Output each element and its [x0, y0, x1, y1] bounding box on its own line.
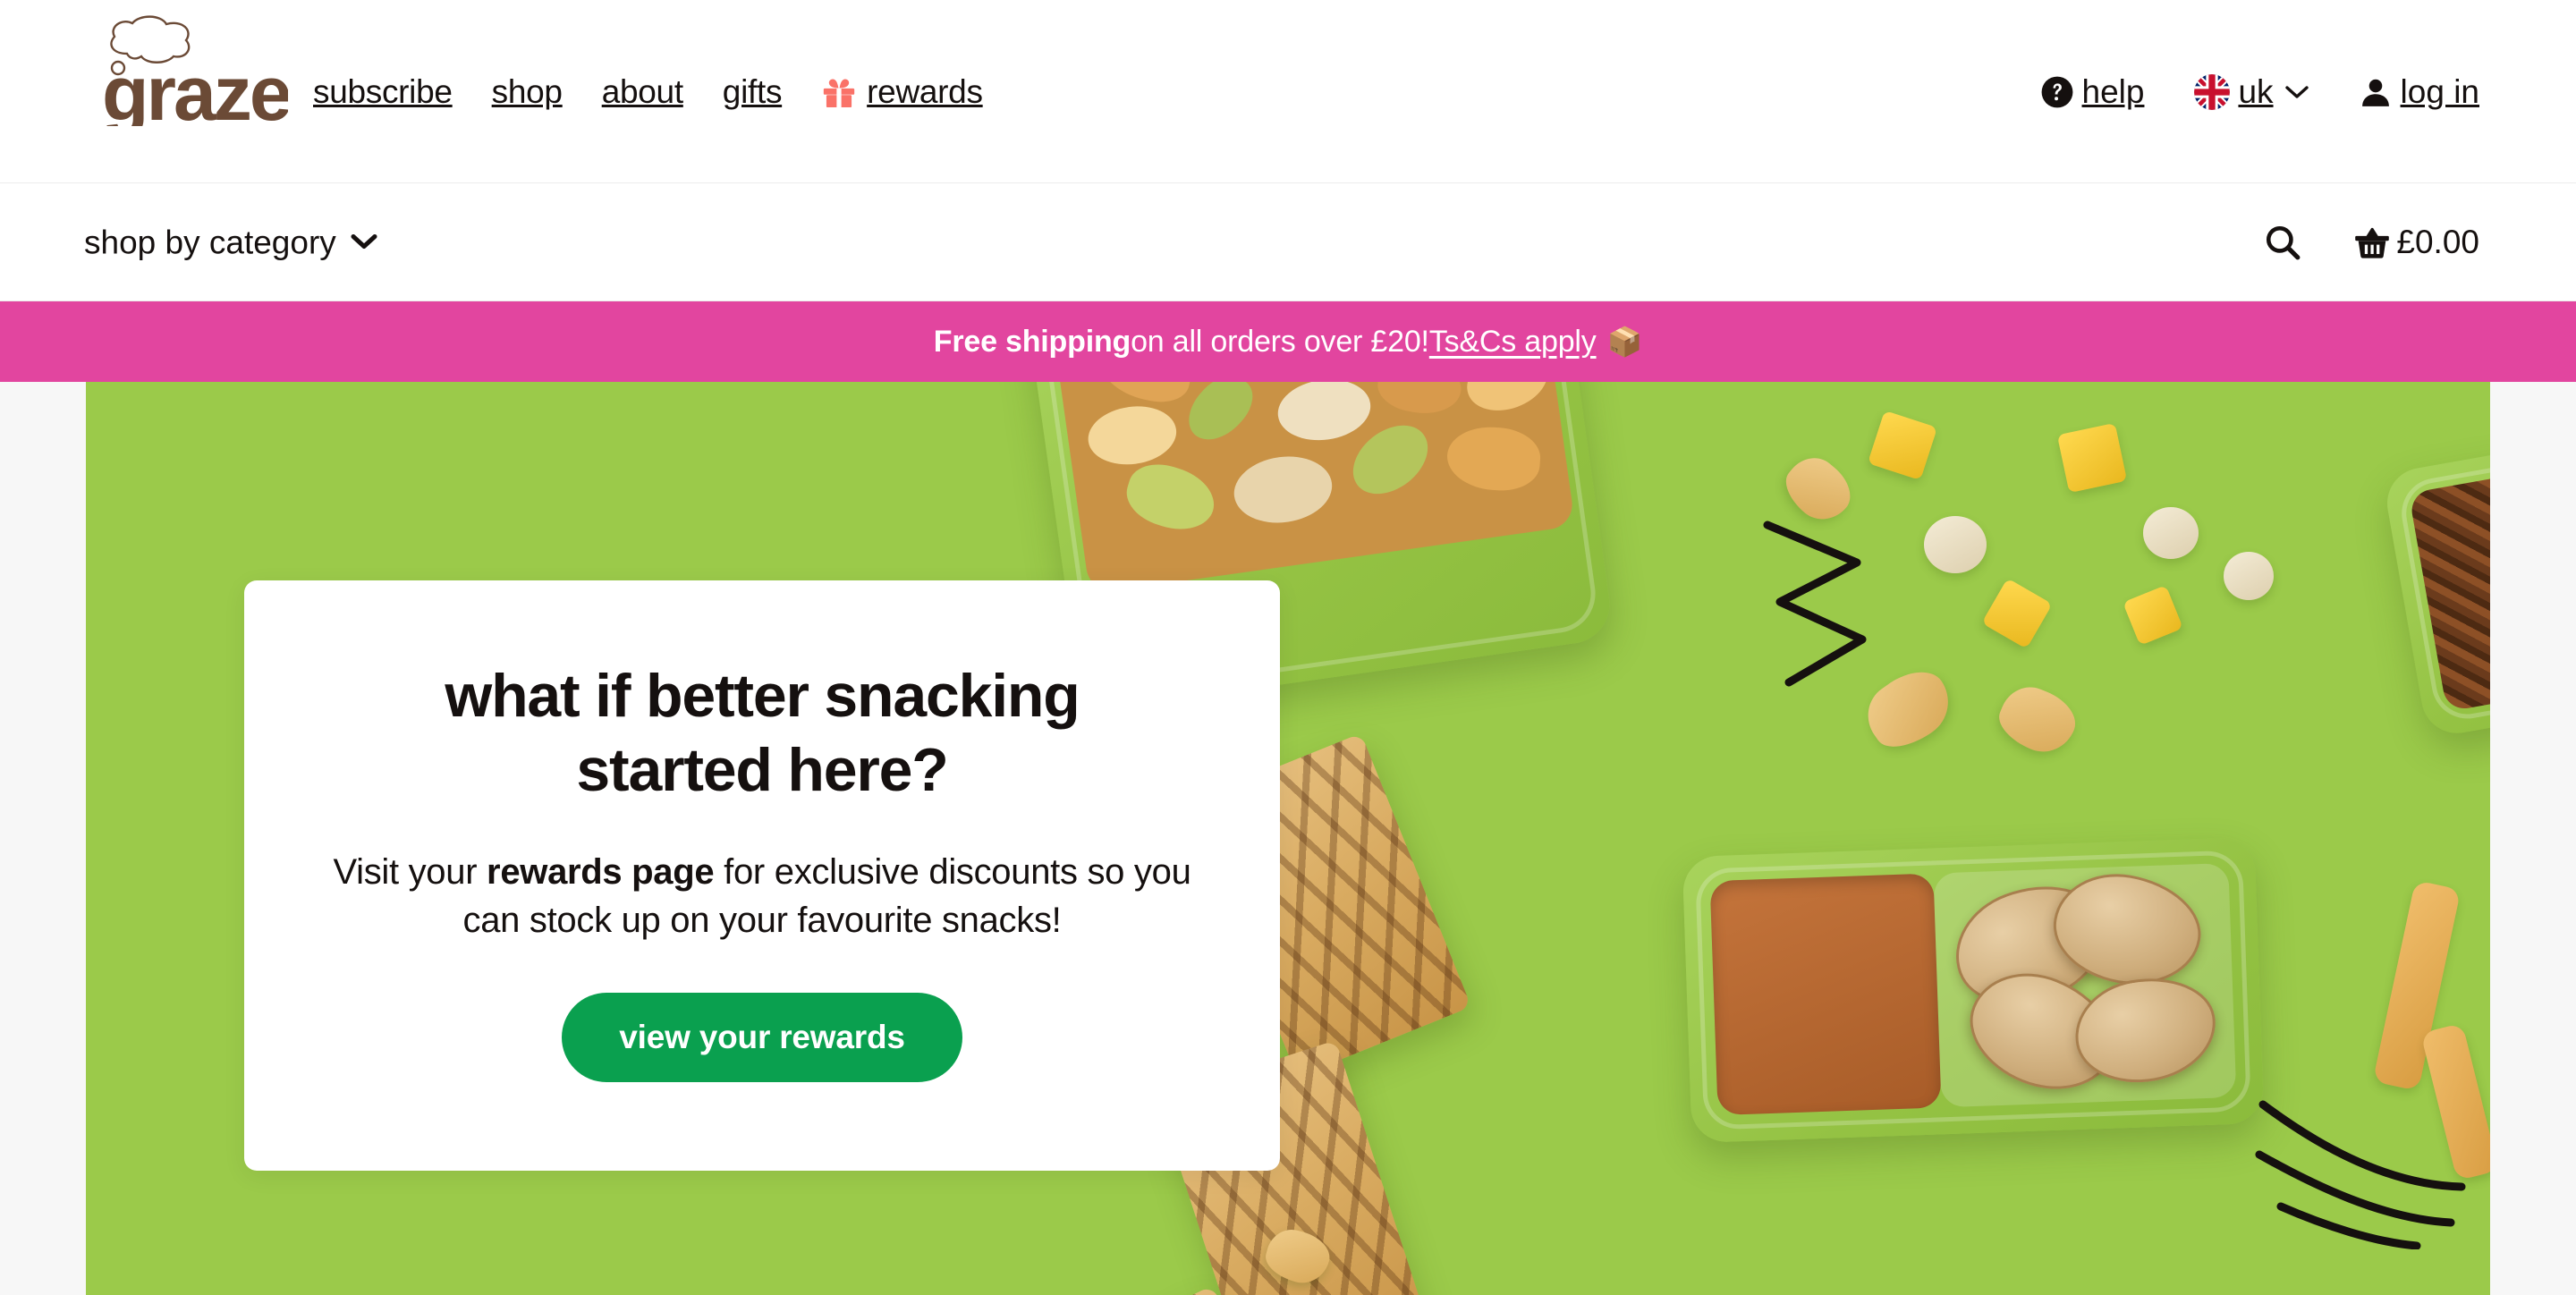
nav-label-gifts: gifts [722, 73, 783, 110]
category-bar-actions: £0.00 [2264, 224, 2479, 261]
nav-label-rewards: rewards [867, 73, 983, 110]
hero-body-before: Visit your [333, 851, 487, 892]
hero-card: what if better snacking started here? Vi… [244, 580, 1280, 1171]
basket-total: £0.00 [2396, 224, 2479, 260]
nav-label-about: about [601, 73, 683, 110]
shop-by-category-dropdown[interactable]: shop by category [84, 225, 377, 258]
chevron-down-icon [351, 234, 377, 249]
snack-crumb [1981, 578, 2053, 649]
dip-compartment [1709, 873, 1942, 1116]
site-header: graze subscribe shop about gifts rewards [0, 0, 2576, 183]
snack-crumb [1855, 657, 1962, 761]
shop-by-category-label: shop by category [84, 224, 336, 260]
locale-selector[interactable]: uk [2169, 73, 2333, 110]
header-utility-nav: help uk log in [2015, 0, 2479, 183]
hero-body-text: Visit your rewards page for exclusive di… [315, 849, 1209, 944]
snack-crumb [1867, 410, 1938, 481]
promo-rest-text: on all orders over £20! [1131, 325, 1429, 359]
snack-crumb [1924, 516, 1987, 573]
package-emoji-icon: 📦 [1606, 326, 1643, 358]
hero-title: what if better snacking started here? [445, 662, 1080, 804]
category-bar: shop by category £0.00 [0, 183, 2576, 301]
login-link[interactable]: log in [2334, 75, 2479, 109]
snack-crumb [1775, 447, 1861, 531]
chevron-down-icon [2284, 85, 2309, 98]
snack-crumb [1991, 678, 2084, 762]
hero-section: what if better snacking started here? Vi… [0, 382, 2576, 1295]
help-link[interactable]: help [2015, 75, 2170, 109]
nav-link-subscribe[interactable]: subscribe [313, 75, 472, 108]
snack-punnet-bread-and-dip [1682, 836, 2265, 1144]
primary-nav: subscribe shop about gifts rewards [313, 0, 1003, 183]
snack-crumb [2123, 585, 2183, 646]
nav-label-shop: shop [491, 73, 563, 110]
basket-icon [2355, 227, 2390, 258]
view-your-rewards-button[interactable]: view your rewards [562, 993, 962, 1083]
snack-crumb [2224, 552, 2274, 600]
snack-crumb [2143, 507, 2199, 559]
promo-strong-text: Free shipping [933, 325, 1131, 359]
nav-link-about[interactable]: about [582, 75, 703, 108]
promo-terms-link[interactable]: Ts&Cs apply [1429, 326, 1597, 357]
nav-link-shop[interactable]: shop [472, 75, 582, 108]
svg-text:graze: graze [102, 51, 288, 126]
nav-link-rewards[interactable]: rewards [801, 75, 1003, 108]
graze-logo[interactable]: graze [100, 14, 292, 137]
login-label: log in [2400, 73, 2479, 110]
gift-icon [823, 78, 855, 107]
hero-body-bold: rewards page [487, 851, 715, 892]
locale-label: uk [2238, 73, 2274, 110]
snack-crumb [2420, 1022, 2490, 1181]
nav-link-gifts[interactable]: gifts [703, 75, 801, 108]
nav-label-subscribe: subscribe [313, 73, 453, 110]
help-label: help [2081, 73, 2145, 110]
help-circle-icon [2041, 76, 2072, 107]
snack-crumb [2056, 422, 2128, 494]
bread-compartment [1933, 862, 2237, 1108]
graze-logo-svg: graze [102, 15, 292, 137]
uk-flag-icon [2194, 73, 2231, 110]
nut-mix-photo [1052, 382, 1576, 595]
person-icon [2361, 79, 2389, 106]
chocolate-cluster-photo [2408, 445, 2490, 712]
search-icon[interactable] [2264, 224, 2301, 261]
snack-punnet-chocolate [2381, 419, 2490, 739]
promo-banner: Free shipping on all orders over £20! Ts… [0, 301, 2576, 382]
basket-button[interactable]: £0.00 [2353, 224, 2479, 260]
zigzag-doodle-icon [1763, 521, 1867, 687]
hero-banner: what if better snacking started here? Vi… [86, 382, 2490, 1295]
